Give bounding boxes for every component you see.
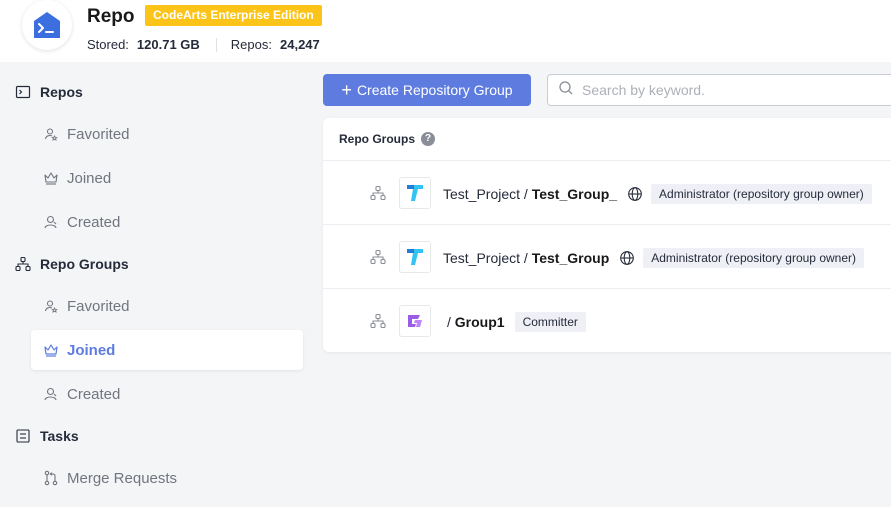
plus-icon: + [341,80,352,100]
repos-label: Repos: [230,37,272,52]
card-title: Repo Groups [339,132,416,146]
project-name: / [447,314,451,330]
stored-value: 120.71 GB [136,37,200,52]
sidebar-section-repos[interactable]: Repos [14,80,83,104]
hierarchy-icon [370,185,386,201]
sidebar-item-merge-requests[interactable]: Merge Requests [31,458,303,498]
search-box[interactable] [547,74,891,106]
sidebar-section-repo-groups[interactable]: Repo Groups [14,252,129,276]
project-avatar-icon [399,177,431,209]
user-icon [43,214,59,230]
sidebar-item-repos-joined[interactable]: Joined [31,158,303,198]
project-name: Test_Project / [443,250,528,266]
sidebar-section-tasks[interactable]: Tasks [14,424,79,448]
hierarchy-icon [14,255,32,273]
role-badge: Administrator (repository group owner) [651,184,872,204]
help-icon[interactable]: ? [421,132,436,146]
sidebar-item-label: Favorited [67,297,130,315]
sidebar-item-groups-favorited[interactable]: Favorited [31,286,303,326]
header: Repo CodeArts Enterprise Edition Stored:… [0,0,891,62]
create-repository-group-button[interactable]: + Create Repository Group [323,74,531,106]
crown-icon [43,342,59,358]
sidebar-item-label: Created [67,213,121,231]
storage-stats: Stored: 120.71 GB Repos: 24,247 [87,37,320,52]
search-input[interactable] [582,82,882,98]
sidebar-item-repos-favorited[interactable]: Favorited [31,114,303,154]
sidebar-item-groups-joined[interactable]: Joined [31,330,303,370]
sidebar-item-label: Joined [67,169,112,187]
group-name: Test_Group_ [531,186,618,202]
repo-group-name[interactable]: / Group1 Committer [447,312,586,332]
repo-groups-card: Repo Groups ? Test_Project / Test_Group_… [323,118,891,352]
table-row[interactable]: / Group1 Committer [323,288,891,352]
sidebar-item-label: Joined [67,341,116,359]
sidebar-item-label: Favorited [67,125,130,143]
edition-badge: CodeArts Enterprise Edition [145,5,322,26]
globe-icon [620,251,635,265]
project-avatar-icon [399,241,431,273]
user-icon [43,386,59,402]
search-icon [558,80,574,101]
group-name: Group1 [454,314,505,330]
repo-logo-icon [22,0,72,50]
repo-group-name[interactable]: Test_Project / Test_Group_ Administrator… [443,184,872,204]
table-row[interactable]: Test_Project / Test_Group Administrator … [323,224,891,288]
repos-value: 24,247 [280,37,320,52]
crown-icon [43,170,59,186]
sidebar-item-label: Created [67,385,121,403]
globe-icon [628,187,642,201]
stored-label: Stored: [87,37,129,52]
sidebar-section-label: Repo Groups [40,256,129,272]
merge-request-icon [43,470,59,486]
hierarchy-icon [370,313,386,329]
project-name: Test_Project / [443,186,528,202]
terminal-icon [14,83,32,101]
stats-divider [215,37,217,52]
role-badge: Administrator (repository group owner) [643,248,864,268]
star-person-icon [43,126,59,142]
sidebar: Repos Favorited Joined Created Repo Grou… [0,62,320,507]
hierarchy-icon [370,249,386,265]
star-person-icon [43,298,59,314]
group-avatar-icon [399,305,431,337]
repo-group-name[interactable]: Test_Project / Test_Group Administrator … [443,248,864,268]
sidebar-section-label: Tasks [40,428,79,444]
card-header: Repo Groups ? [339,132,436,146]
sidebar-section-label: Repos [40,84,83,100]
task-list-icon [14,427,32,445]
group-name: Test_Group [531,250,610,266]
table-row[interactable]: Test_Project / Test_Group_ Administrator… [323,160,891,224]
sidebar-item-groups-created[interactable]: Created [31,374,303,414]
role-badge: Committer [514,312,586,332]
sidebar-item-label: Merge Requests [67,469,178,487]
sidebar-item-repos-created[interactable]: Created [31,202,303,242]
create-button-label: Create Repository Group [356,82,513,98]
app-title: Repo [87,6,135,27]
